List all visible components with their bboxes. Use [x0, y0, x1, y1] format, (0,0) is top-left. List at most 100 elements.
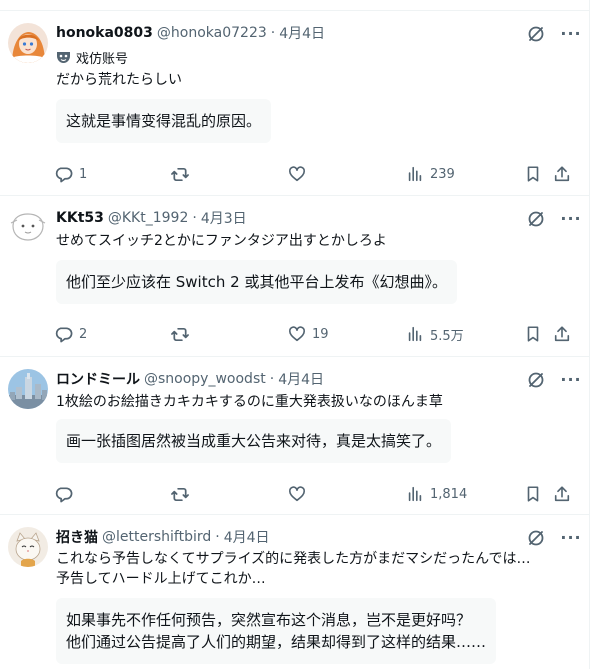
display-name[interactable]: honoka0803 — [56, 25, 153, 41]
avatar[interactable] — [8, 23, 48, 63]
more-icon[interactable]: ··· — [560, 527, 582, 547]
post-text: せめてスイッチ2とかにファンタジア出すとかしろよ — [56, 231, 566, 251]
views-count: 239 — [430, 166, 455, 182]
display-name[interactable]: KKt53 — [56, 210, 104, 226]
grok-icon[interactable] — [526, 209, 546, 229]
post-text-line: 1枚絵のお絵描きカキカキするのに重大発表扱いなのほんま草 — [56, 394, 443, 410]
handle[interactable]: @snoopy_woodst — [144, 371, 266, 387]
translation-line: 画一张插图居然被当成重大公告来对待，真是太搞笑了。 — [66, 432, 442, 450]
display-name[interactable]: 招き猫 — [56, 527, 98, 547]
post-header: 招き猫 @lettershiftbird · 4月4日 — [56, 527, 270, 547]
handle[interactable]: @honoka07223 — [157, 25, 267, 41]
translation-line: 这就是事情变得混乱的原因。 — [66, 112, 262, 130]
translation-box: 他们至少应该在 Switch 2 或其他平台上发布《幻想曲》。 — [56, 260, 457, 304]
share-icon — [554, 486, 570, 502]
grok-icon[interactable] — [526, 24, 546, 44]
like-count: 19 — [312, 326, 329, 342]
translation-box: 如果事先不作任何预告，突然宣布这个消息，岂不是更好吗？ 他们通过公告提高了人们的… — [56, 598, 497, 664]
reply-count: 2 — [79, 326, 88, 342]
reply-button[interactable]: 1 — [54, 164, 87, 184]
action-bar: 2 19 5.5万 — [0, 324, 590, 344]
views-icon — [408, 326, 422, 342]
reply-icon — [55, 326, 73, 342]
share-button[interactable] — [553, 324, 571, 344]
translation-box: 这就是事情变得混乱的原因。 — [56, 99, 272, 143]
bookmark-icon — [527, 326, 539, 342]
handle[interactable]: @KKt_1992 — [108, 210, 188, 226]
post-date[interactable]: 4月4日 — [279, 23, 325, 43]
reply-icon — [55, 166, 73, 182]
avatar[interactable] — [8, 208, 48, 248]
badge-label: 戏仿账号 — [76, 51, 129, 67]
bookmark-button[interactable] — [524, 484, 542, 504]
post-text: これなら予告しなくてサプライズ的に発表した方がまだマシだったんでは… 予告してハ… — [56, 549, 570, 589]
post[interactable]: ロンドミール @snoopy_woodst · 4月4日 ··· 1枚絵のお絵描… — [0, 357, 590, 515]
like-icon — [288, 486, 306, 502]
translation-line: 如果事先不作任何预告，突然宣布这个消息，岂不是更好吗？ — [66, 611, 472, 629]
display-name[interactable]: ロンドミール — [56, 369, 140, 389]
separator: · — [269, 371, 275, 387]
action-bar: 1,814 — [0, 484, 590, 504]
reply-button[interactable]: 2 — [54, 324, 87, 344]
reply-count: 1 — [79, 166, 88, 182]
grok-icon[interactable] — [526, 528, 546, 548]
post-date[interactable]: 4月4日 — [278, 369, 324, 389]
post-text-line: せめてスイッチ2とかにファンタジア出すとかしろよ — [56, 233, 387, 249]
translation-line: 他们通过公告提高了人们的期望，结果却得到了这样的结果…… — [66, 633, 487, 651]
handle[interactable]: @lettershiftbird — [102, 529, 211, 545]
views-button[interactable]: 239 — [406, 164, 455, 184]
reply-icon — [55, 486, 73, 502]
avatar[interactable] — [8, 369, 48, 409]
parody-badge: 戏仿账号 — [56, 48, 129, 67]
repost-button[interactable] — [170, 164, 190, 184]
more-icon[interactable]: ··· — [560, 208, 582, 228]
views-button[interactable]: 5.5万 — [406, 324, 464, 344]
like-icon — [288, 166, 306, 182]
share-button[interactable] — [553, 164, 571, 184]
separator: · — [270, 25, 276, 41]
views-button[interactable]: 1,814 — [406, 484, 467, 504]
post-text: だから荒れたらしい — [56, 70, 566, 90]
post-text: 1枚絵のお絵描きカキカキするのに重大発表扱いなのほんま草 — [56, 392, 566, 412]
like-button[interactable] — [288, 484, 306, 504]
bookmark-button[interactable] — [524, 164, 542, 184]
share-icon — [554, 326, 570, 342]
bookmark-icon — [527, 486, 539, 502]
views-count: 1,814 — [430, 486, 468, 502]
like-button[interactable] — [288, 164, 306, 184]
repost-icon — [171, 167, 189, 181]
like-icon — [288, 326, 306, 342]
avatar[interactable] — [8, 527, 48, 567]
post-date[interactable]: 4月3日 — [201, 208, 247, 228]
post[interactable]: honoka0803 @honoka07223 · 4月4日 ··· 戏仿账号 … — [0, 11, 590, 196]
repost-button[interactable] — [170, 484, 190, 504]
repost-icon — [171, 487, 189, 501]
post[interactable]: KKt53 @KKt_1992 · 4月3日 ··· せめてスイッチ2とかにファ… — [0, 196, 590, 357]
post-header: honoka0803 @honoka07223 · 4月4日 — [56, 23, 325, 43]
post-header: ロンドミール @snoopy_woodst · 4月4日 — [56, 369, 324, 389]
parody-mask-icon — [57, 52, 70, 63]
share-button[interactable] — [553, 484, 571, 504]
views-icon — [408, 166, 422, 182]
post-text-line: 予告してハードル上げてこれか… — [56, 571, 266, 587]
translation-box: 画一张插图居然被当成重大公告来对待，真是太搞笑了。 — [56, 419, 452, 463]
separator: · — [215, 529, 220, 545]
post-date[interactable]: 4月4日 — [224, 527, 270, 547]
repost-icon — [171, 327, 189, 341]
share-icon — [554, 166, 570, 182]
like-button[interactable]: 19 — [288, 324, 329, 344]
translation-line: 他们至少应该在 Switch 2 或其他平台上发布《幻想曲》。 — [66, 273, 447, 291]
reply-button[interactable] — [54, 484, 73, 504]
separator: · — [192, 210, 197, 226]
more-icon[interactable]: ··· — [560, 23, 582, 43]
post-header: KKt53 @KKt_1992 · 4月3日 — [56, 208, 247, 228]
bookmark-icon — [527, 166, 539, 182]
repost-button[interactable] — [170, 324, 190, 344]
views-icon — [408, 486, 422, 502]
views-count: 5.5万 — [430, 328, 464, 344]
timeline: honoka0803 @honoka07223 · 4月4日 ··· 戏仿账号 … — [0, 0, 590, 669]
more-icon[interactable]: ··· — [560, 369, 582, 389]
bookmark-button[interactable] — [524, 324, 542, 344]
post[interactable]: 招き猫 @lettershiftbird · 4月4日 ··· これなら予告しな… — [0, 515, 590, 669]
grok-icon[interactable] — [526, 370, 546, 390]
